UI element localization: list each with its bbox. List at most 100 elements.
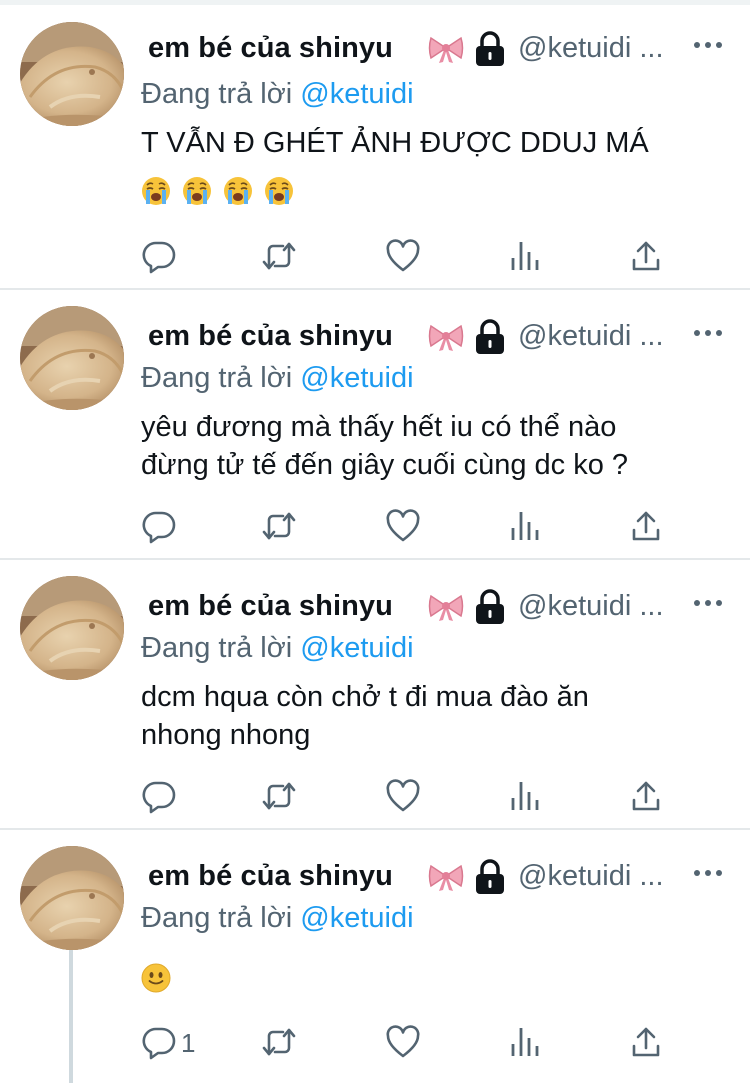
ribbon-icon (428, 592, 464, 622)
tweet-text-line: yêu đương mà thấy hết iu có thể nào (141, 411, 617, 443)
lock-icon (473, 589, 507, 625)
analytics-icon (507, 508, 543, 544)
avatar[interactable] (20, 846, 124, 950)
share-button[interactable] (628, 238, 664, 274)
emoji-row (141, 963, 182, 997)
tweet-text-line: dcm hqua còn chở t đi mua đào ăn (141, 681, 589, 713)
display-name[interactable]: em bé của shinyu (148, 590, 393, 623)
loudly-crying-face-icon (264, 176, 294, 206)
reply-context: Đang trả lời @ketuidi (141, 902, 414, 935)
views-button[interactable] (507, 508, 543, 544)
lock-icon (473, 31, 507, 67)
reply-prefix: Đang trả lời (141, 78, 293, 110)
ribbon-icon (428, 862, 464, 892)
retweet-button[interactable] (261, 778, 297, 814)
emoji-row (141, 176, 305, 210)
tweet-text: dcm hqua còn chở t đi mua đào ăn nhong n… (141, 678, 731, 754)
like-button[interactable] (385, 508, 421, 544)
display-name[interactable]: em bé của shinyu (148, 860, 393, 893)
like-icon (385, 1024, 421, 1060)
reply-mention-link[interactable]: @ketuidi (300, 362, 413, 394)
views-button[interactable] (507, 238, 543, 274)
loudly-crying-face-icon (182, 176, 212, 206)
tweet-text-line: T VẪN Đ GHÉT ẢNH ĐƯỢC DDUJ MÁ (141, 127, 649, 159)
reply-button[interactable] (141, 238, 177, 274)
more-icon[interactable] (693, 868, 723, 878)
like-icon (385, 508, 421, 544)
reply-context: Đang trả lời @ketuidi (141, 632, 414, 665)
reply-mention-link[interactable]: @ketuidi (300, 902, 413, 934)
like-button[interactable] (385, 238, 421, 274)
views-button[interactable] (507, 1024, 543, 1060)
like-icon (385, 778, 421, 814)
reply-context: Đang trả lời @ketuidi (141, 78, 414, 111)
like-icon (385, 238, 421, 274)
tweet-text: T VẪN Đ GHÉT ẢNH ĐƯỢC DDUJ MÁ (141, 124, 731, 162)
lock-icon (473, 319, 507, 355)
reply-icon (141, 238, 177, 274)
avatar[interactable] (20, 576, 124, 680)
retweet-icon (261, 1024, 297, 1060)
more-icon[interactable] (693, 598, 723, 608)
retweet-button[interactable] (261, 508, 297, 544)
share-icon (628, 238, 664, 274)
tweet-1[interactable]: em bé của shinyu @ketuidi ... Đang trả l… (0, 0, 750, 288)
share-button[interactable] (628, 508, 664, 544)
loudly-crying-face-icon (223, 176, 253, 206)
reply-button[interactable] (141, 778, 177, 814)
reply-prefix: Đang trả lời (141, 902, 293, 934)
analytics-icon (507, 778, 543, 814)
tweet-4[interactable]: em bé của shinyu @ketuidi ... Đang trả l… (0, 830, 750, 1083)
analytics-icon (507, 238, 543, 274)
retweet-icon (261, 238, 297, 274)
tweet-header: em bé của shinyu @ketuidi ... (148, 588, 738, 628)
share-icon (628, 1024, 664, 1060)
handle[interactable]: @ketuidi ... (518, 590, 664, 623)
reply-prefix: Đang trả lời (141, 362, 293, 394)
action-bar: 1 (141, 1024, 701, 1064)
handle[interactable]: @ketuidi ... (518, 320, 664, 353)
display-name[interactable]: em bé của shinyu (148, 32, 393, 65)
ribbon-icon (428, 34, 464, 64)
reply-icon (141, 508, 177, 544)
tweet-2[interactable]: em bé của shinyu @ketuidi ... Đang trả l… (0, 290, 750, 558)
tweet-header: em bé của shinyu @ketuidi ... (148, 318, 738, 358)
display-name[interactable]: em bé của shinyu (148, 320, 393, 353)
reply-button[interactable] (141, 508, 177, 544)
avatar[interactable] (20, 22, 124, 126)
tweet-3[interactable]: em bé của shinyu @ketuidi ... Đang trả l… (0, 560, 750, 828)
action-bar (141, 778, 701, 818)
reply-count: 1 (181, 1028, 196, 1058)
share-icon (628, 508, 664, 544)
retweet-button[interactable] (261, 238, 297, 274)
tweet-header: em bé của shinyu @ketuidi ... (148, 858, 738, 898)
like-button[interactable] (385, 778, 421, 814)
share-button[interactable] (628, 778, 664, 814)
slightly-smiling-face-icon (141, 963, 171, 993)
reply-context: Đang trả lời @ketuidi (141, 362, 414, 395)
views-button[interactable] (507, 778, 543, 814)
reply-icon (141, 778, 177, 814)
tweet-text: yêu đương mà thấy hết iu có thể nào đừng… (141, 408, 731, 484)
like-button[interactable] (385, 1024, 421, 1060)
retweet-button[interactable] (261, 1024, 297, 1060)
tweet-header: em bé của shinyu @ketuidi ... (148, 30, 738, 70)
handle[interactable]: @ketuidi ... (518, 860, 664, 893)
reply-mention-link[interactable]: @ketuidi (300, 78, 413, 110)
retweet-icon (261, 508, 297, 544)
reply-button[interactable]: 1 (141, 1024, 221, 1060)
avatar[interactable] (20, 306, 124, 410)
share-icon (628, 778, 664, 814)
reply-icon (141, 1024, 177, 1060)
more-icon[interactable] (693, 328, 723, 338)
analytics-icon (507, 1024, 543, 1060)
share-button[interactable] (628, 1024, 664, 1060)
lock-icon (473, 859, 507, 895)
action-bar (141, 238, 701, 278)
ribbon-icon (428, 322, 464, 352)
reply-mention-link[interactable]: @ketuidi (300, 632, 413, 664)
reply-prefix: Đang trả lời (141, 632, 293, 664)
handle[interactable]: @ketuidi ... (518, 32, 664, 65)
tweet-text-line: nhong nhong (141, 719, 311, 751)
more-icon[interactable] (693, 40, 723, 50)
